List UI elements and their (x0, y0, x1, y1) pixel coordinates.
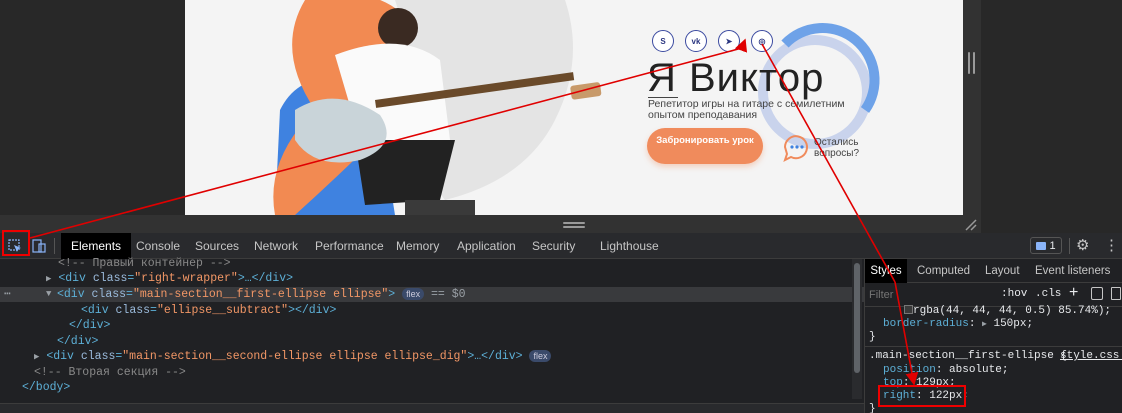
annotation-box-right-prop (878, 385, 966, 407)
toolbar-divider (54, 238, 55, 254)
attr-name: class (80, 350, 116, 363)
styles-filter-input[interactable] (869, 287, 989, 303)
attr-name: class (92, 272, 128, 285)
row-menu-icon[interactable]: ⋯ (4, 287, 11, 302)
chat-bubble-icon[interactable] (781, 132, 811, 162)
comment-text: <!-- Правый контейнер --> (58, 257, 231, 270)
resize-bar[interactable] (0, 215, 981, 233)
breadcrumb-bar (0, 403, 864, 413)
tab-performance[interactable]: Performance (315, 233, 384, 259)
person-shoes (405, 200, 475, 215)
elements-dom-tree: <!-- Правый контейнер --> ▶ <div class="… (0, 256, 864, 413)
tag-name: div (53, 350, 74, 363)
collapsed-content: >…</ (237, 272, 266, 285)
issues-icon (1036, 241, 1047, 250)
expand-arrow-icon[interactable]: ▶ (34, 352, 39, 362)
new-rule-icon[interactable]: + (1069, 284, 1078, 302)
tag-name: div (63, 288, 85, 301)
hero-subtitle: Репетитор игры на гитаре с семилетним оп… (648, 98, 845, 121)
expand-arrow-icon[interactable]: ▶ (46, 274, 51, 284)
book-lesson-button[interactable]: Забронировать урок (647, 128, 763, 164)
resize-grip-vertical[interactable] (968, 52, 970, 74)
tag-name: div (87, 304, 109, 317)
tab-application[interactable]: Application (457, 233, 516, 259)
guitar-head (570, 82, 602, 100)
attr-value: "main-section__second-ellipse ellipse el… (122, 350, 468, 363)
annotation-box-inspect (2, 230, 30, 256)
css-property: position (883, 364, 936, 376)
dom-node-ellipse-subtract[interactable]: <div class="ellipse__subtract"></div> (81, 303, 336, 318)
issues-badge[interactable]: 1 (1030, 237, 1062, 254)
skype-icon[interactable]: S (652, 30, 674, 52)
tab-memory[interactable]: Memory (396, 233, 439, 259)
flex-badge[interactable]: flex (402, 288, 425, 300)
cls-toggle[interactable]: .cls (1035, 288, 1061, 300)
styles-tabbar: Styles Computed Layout Event listeners (865, 259, 1122, 283)
attr-value: "right-wrapper" (134, 272, 238, 285)
attr-name: class (91, 288, 127, 301)
hero-title: Я Виктор (647, 56, 825, 100)
tab-network[interactable]: Network (254, 233, 298, 259)
tab-layout[interactable]: Layout (985, 259, 1020, 283)
tab-computed[interactable]: Computed (917, 259, 970, 283)
css-rule-end-2: } (869, 403, 876, 413)
css-property: border-radius (883, 318, 969, 330)
toggle-sidebar-icon[interactable] (1111, 287, 1121, 300)
elements-scrollbar[interactable] (852, 259, 862, 399)
tab-styles[interactable]: Styles (865, 259, 907, 283)
viewport-edge (963, 0, 981, 215)
scrollbar-thumb[interactable] (854, 263, 860, 373)
css-gradient-value[interactable]: rgba(44, 44, 44, 0.5) 85.74%); (904, 305, 1111, 318)
dom-comment-right-container[interactable]: <!-- Правый контейнер --> (58, 256, 231, 271)
resize-corner-icon[interactable] (964, 218, 978, 232)
attr-name: class (115, 304, 151, 317)
resize-grip-vertical-2[interactable] (973, 52, 975, 74)
dom-close-body[interactable]: </body> (22, 380, 70, 395)
questions-link[interactable]: Остались вопросы? (814, 137, 874, 159)
computed-styles-icon[interactable] (1091, 287, 1103, 300)
attr-value: "main-section__first-ellipse ellipse" (132, 288, 389, 301)
selected-marker: == $0 (431, 288, 466, 301)
dom-node-right-wrapper[interactable]: ▶ <div class="right-wrapper">…</div> (46, 271, 293, 286)
social-icons: S vk ➤ ◎ (652, 30, 773, 52)
css-source-link[interactable]: style.css:4 (1060, 350, 1122, 363)
attr-value: "ellipse__subtract" (156, 304, 289, 317)
css-selector[interactable]: .main-section__first-ellipse { (869, 350, 1067, 363)
color-swatch[interactable] (904, 305, 913, 314)
instagram-icon[interactable]: ◎ (751, 30, 773, 52)
resize-grip-2[interactable] (563, 226, 585, 228)
flex-badge[interactable]: flex (529, 350, 552, 362)
toolbar-divider-2 (1069, 238, 1070, 254)
collapse-arrow-icon[interactable]: ▼ (46, 287, 51, 302)
css-value: absolute; (949, 364, 1009, 376)
css-value: rgba(44, 44, 44, 0.5) 85.74%); (913, 305, 1112, 317)
dom-close-tag-2[interactable]: </div> (57, 334, 98, 349)
tab-lighthouse[interactable]: Lighthouse (600, 233, 659, 259)
settings-gear-icon[interactable]: ⚙ (1076, 236, 1089, 256)
issues-count: 1 (1049, 239, 1056, 252)
rule-divider (865, 346, 1122, 347)
tag-name: div (65, 272, 86, 285)
dom-node-second-ellipse[interactable]: ▶ <div class="main-section__second-ellip… (34, 349, 552, 364)
resize-grip[interactable] (563, 222, 585, 224)
css-rule-end: } (869, 331, 876, 343)
dom-close-tag[interactable]: </div> (69, 318, 110, 333)
css-decl-position[interactable]: position: absolute; (883, 364, 1008, 377)
dom-node-first-ellipse-selected[interactable]: ⋯ ▼ <div class="main-section__first-elli… (0, 287, 864, 302)
styles-filter-bar: :hov .cls + (865, 283, 1122, 307)
css-decl-border-radius[interactable]: border-radius: ▶ 150px; (883, 318, 1033, 331)
webpage-preview: S vk ➤ ◎ Я Виктор Репетитор игры на гита… (185, 0, 963, 215)
device-toolbar-icon[interactable] (32, 239, 46, 253)
vk-icon[interactable]: vk (685, 30, 707, 52)
dom-comment-second-section[interactable]: <!-- Вторая секция --> (34, 365, 186, 380)
person-head (378, 8, 418, 48)
tab-security[interactable]: Security (532, 233, 575, 259)
css-value: 150px; (993, 318, 1034, 330)
telegram-icon[interactable]: ➤ (718, 30, 740, 52)
tab-event-listeners[interactable]: Event listeners (1035, 259, 1110, 283)
more-options-icon[interactable]: ⋮ (1104, 236, 1119, 256)
hov-toggle[interactable]: :hov (1001, 288, 1027, 300)
